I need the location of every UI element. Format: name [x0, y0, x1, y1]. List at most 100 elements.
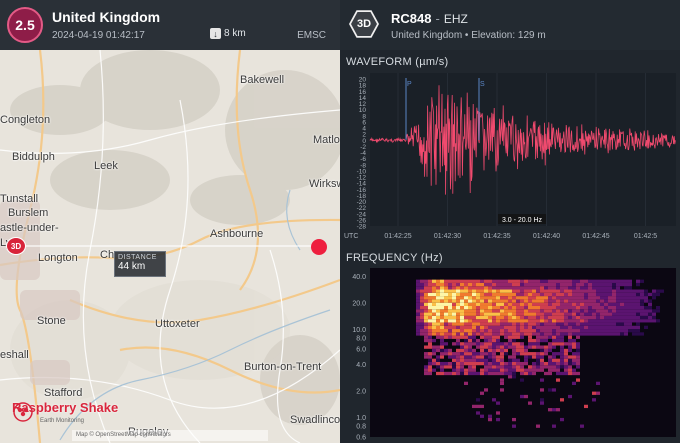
spectrogram-cell [624, 279, 628, 283]
spectrogram-cell [468, 322, 472, 326]
spectrogram-cell [628, 296, 632, 300]
spectrogram-cell [448, 312, 452, 316]
spectrogram-cell [488, 352, 492, 356]
spectrogram-cell [532, 345, 536, 349]
spectrogram-cell [580, 305, 584, 310]
spectrogram-cell [452, 358, 456, 362]
spectrogram-cell [488, 309, 492, 313]
spectrogram-cell [420, 325, 424, 330]
station-header[interactable]: 3D RC848- EHZ United Kingdom • Elevation:… [340, 0, 680, 50]
spectrogram-cell [436, 305, 440, 310]
spectrogram-cell [472, 296, 476, 300]
spectrogram-cell [628, 319, 632, 323]
spectrogram-cell [528, 371, 532, 376]
spectrogram-cell [436, 315, 440, 320]
spectrogram-cell [600, 319, 604, 323]
spectrogram-cell [456, 305, 460, 310]
spectrogram-cell [592, 312, 596, 316]
spectrogram-cell [432, 348, 436, 353]
spectrogram-cell [560, 319, 564, 323]
spectrogram-cell [424, 345, 428, 349]
spectrogram-cell [480, 302, 484, 306]
spectrogram-cell [512, 335, 516, 339]
spectrogram-cell [536, 424, 540, 428]
spectrogram-cell [436, 345, 440, 349]
spectrogram-cell [484, 335, 488, 339]
spectrogram-cell [572, 289, 576, 293]
spectrogram-cell [556, 408, 560, 412]
spectrogram-cell [636, 329, 640, 333]
spectrogram-cell [576, 296, 580, 300]
spectrogram-cell [484, 325, 488, 330]
spectrogram-cell [536, 332, 540, 336]
epicenter-marker[interactable] [311, 239, 327, 255]
waveform-chart[interactable]: 20181614121086420-2-4-6-8-10-12-14-16-18… [340, 70, 680, 246]
spectrogram-cell [440, 305, 444, 310]
spectrogram-cell [440, 361, 444, 366]
spectrogram-cell [636, 299, 640, 303]
spectrogram-cell [476, 361, 480, 366]
spectrogram-cell [492, 398, 496, 402]
spectrogram-cell [632, 319, 636, 323]
spectrogram-cell [480, 352, 484, 356]
spectrogram-cell [572, 361, 576, 366]
spectrogram-cell [524, 355, 528, 359]
spectrogram-cell [516, 358, 520, 362]
spectrogram-cell [564, 312, 568, 316]
spectrogram-cell [516, 286, 520, 290]
map-view[interactable]: Bakewell Congleton Matloc Biddulph Leek … [0, 50, 340, 443]
event-header[interactable]: 2.5 United Kingdom 2024-04-19 01:42:17 ↓… [0, 0, 340, 50]
spectrogram-cell [464, 325, 468, 330]
spectrogram-cell [608, 312, 612, 316]
spectrogram-cell [452, 302, 456, 306]
spectrogram-cell [636, 315, 640, 320]
spectrogram-cell [508, 342, 512, 346]
spectrogram-cell [628, 286, 632, 290]
spectrogram-cell [456, 289, 460, 293]
spectrogram-cell [428, 279, 432, 283]
spectrogram-cell [560, 361, 564, 366]
spectrogram-cell [600, 315, 604, 320]
spectrogram-cell [544, 319, 548, 323]
map-attribution[interactable]: Map © OpenStreetMap contributors [72, 430, 268, 441]
spectrogram-cell [492, 319, 496, 323]
spectrogram-cell [504, 312, 508, 316]
spectrogram-cell [492, 282, 496, 287]
spectrogram-cell [424, 279, 428, 283]
spectrogram-cell [460, 289, 464, 293]
spectrogram-cell [524, 368, 528, 372]
spectrogram-cell [536, 365, 540, 369]
spectrogram-cell [500, 322, 504, 326]
station-marker[interactable]: 3D [6, 237, 26, 255]
spectrogram-cell [488, 414, 492, 418]
spectrogram-cell [552, 286, 556, 290]
spectrogram-cell [632, 302, 636, 306]
spectrogram-cell [476, 312, 480, 316]
spectrogram-cell [588, 332, 592, 336]
spectrogram-cell [624, 282, 628, 287]
event-agency: EMSC [297, 30, 326, 41]
spectrogram-cell [496, 417, 500, 422]
spectrogram-cell [544, 296, 548, 300]
station-title: RC848- EHZ [391, 11, 468, 26]
spectrogram-cell [528, 279, 532, 283]
spectrogram-cell [520, 368, 524, 372]
spectrogram-cell [596, 381, 600, 386]
spectrogram-cell [652, 315, 656, 320]
spectrogram-cell [560, 296, 564, 300]
spectrogram-chart[interactable]: 40.0 20.0 10.0 8.0 6.0 4.0 2.0 1.0 0.8 0.6 [340, 266, 680, 441]
spectrogram-cell [416, 325, 420, 330]
spectrogram-cell [556, 282, 560, 287]
spectrogram-cell [488, 348, 492, 353]
spectrogram-cell [644, 292, 648, 297]
spectrogram-cell [444, 325, 448, 330]
spectrogram-cell [520, 289, 524, 293]
spectrogram-cell [620, 312, 624, 316]
brand-logo[interactable]: Raspberry Shake [12, 400, 118, 422]
spectrogram-cell [584, 332, 588, 336]
town-label: Ashbourne [210, 228, 264, 240]
spectrogram-cell [556, 302, 560, 306]
spectrogram-cell [452, 312, 456, 316]
spectrogram-cell [588, 282, 592, 287]
spectrogram-cell [520, 309, 524, 313]
